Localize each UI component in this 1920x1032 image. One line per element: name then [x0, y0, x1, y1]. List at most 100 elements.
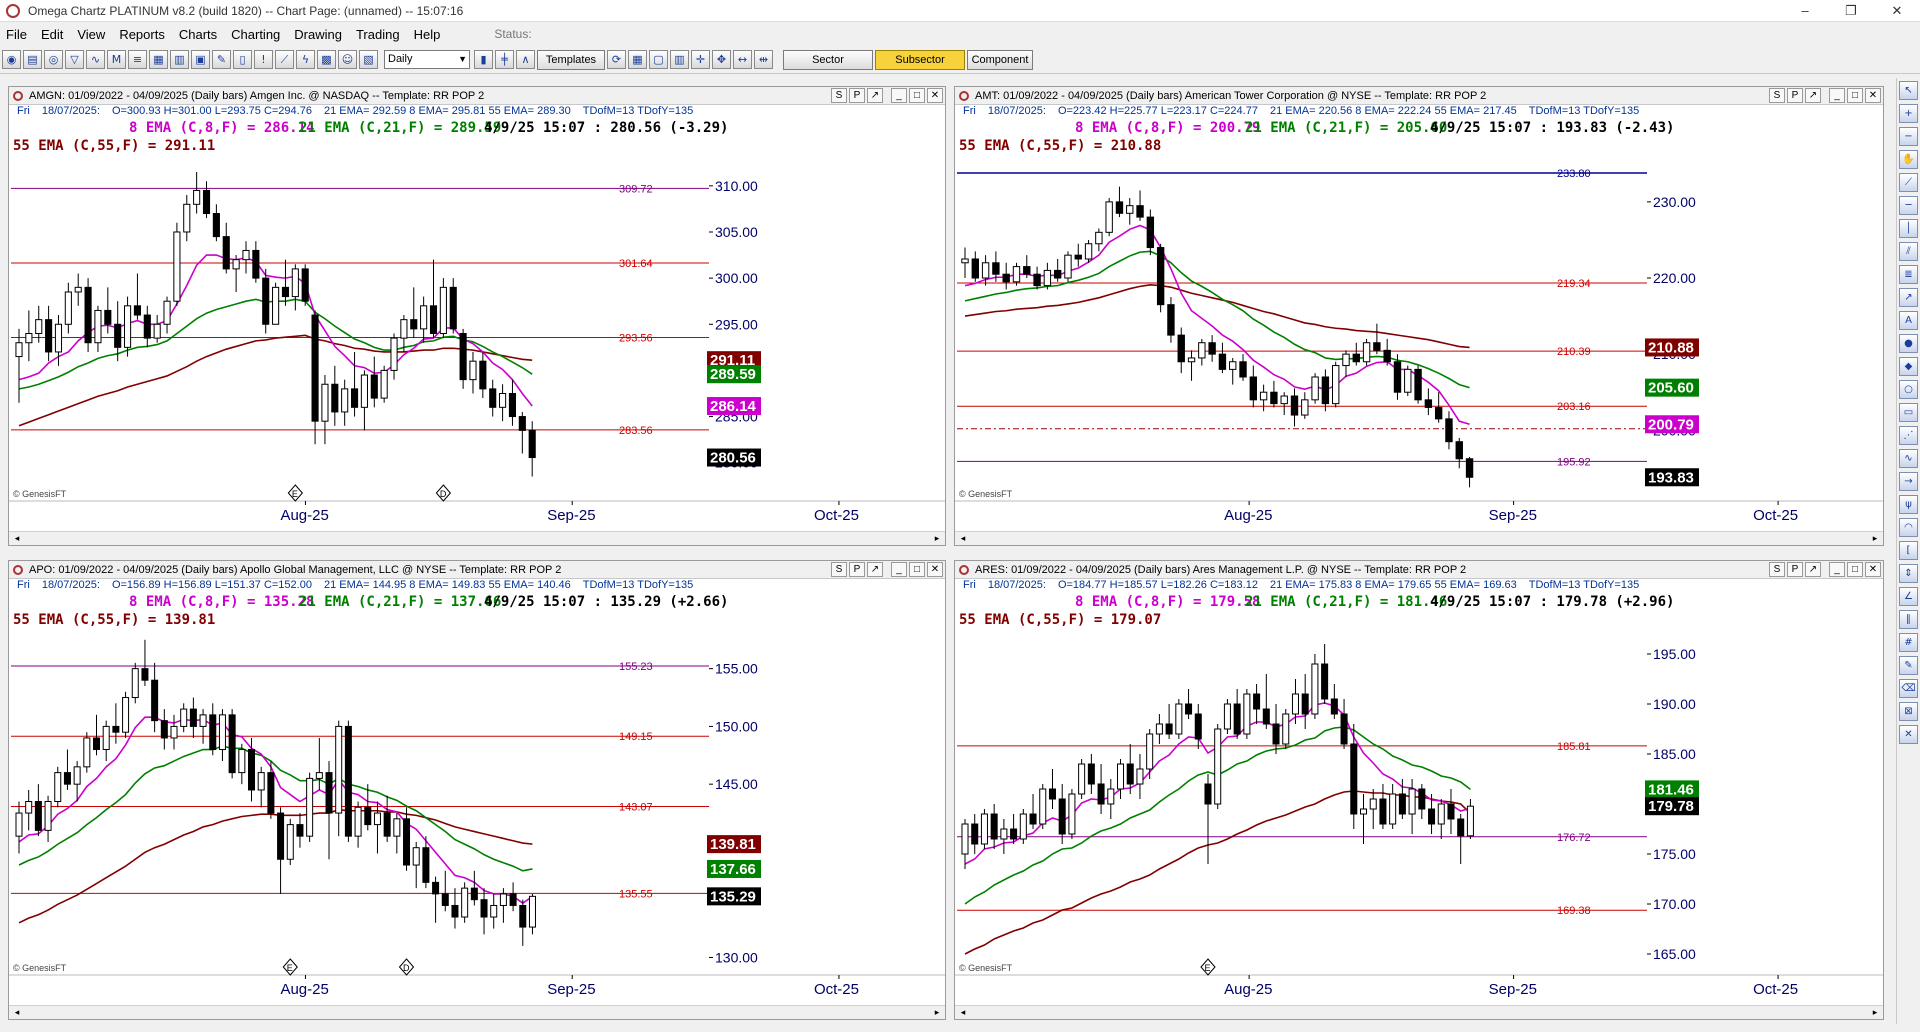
candle[interactable] [1033, 266, 1041, 290]
wave-icon[interactable]: ∿ [1899, 449, 1918, 468]
event-marker[interactable]: E [282, 958, 298, 976]
scroll-left-icon[interactable]: ◂ [957, 533, 969, 544]
candle[interactable] [518, 411, 526, 454]
candle[interactable] [1321, 644, 1329, 704]
candle[interactable] [1457, 814, 1465, 864]
candle[interactable] [1342, 350, 1350, 377]
candle[interactable] [83, 732, 91, 773]
candle[interactable] [1010, 814, 1018, 844]
pencil-icon[interactable]: ✎ [212, 50, 231, 69]
erase-icon[interactable]: ⌫ [1899, 679, 1918, 698]
candle[interactable] [1447, 789, 1455, 834]
candle[interactable] [1126, 198, 1134, 225]
candle[interactable] [1466, 799, 1474, 839]
settings-s-button[interactable]: S [1769, 88, 1785, 103]
candle[interactable] [499, 384, 507, 422]
candle[interactable] [306, 772, 314, 842]
menu-view[interactable]: View [77, 27, 105, 42]
cursor-icon[interactable]: ↖ [1899, 81, 1918, 100]
trendline-icon[interactable]: ⟋ [1899, 173, 1918, 192]
candle[interactable] [1156, 243, 1165, 313]
parallel-icon[interactable]: ∥ [1899, 610, 1918, 629]
compress-icon[interactable]: ⇹ [754, 50, 773, 69]
close-panel-button[interactable]: ✕ [1865, 88, 1881, 103]
candle[interactable] [1418, 784, 1426, 819]
candle[interactable] [25, 789, 33, 831]
candle[interactable] [1208, 335, 1216, 362]
candle[interactable] [1214, 724, 1222, 809]
horizontal-scrollbar[interactable]: ◂ ▸ [9, 1005, 945, 1019]
layout-icon[interactable]: ▦ [628, 50, 647, 69]
candle[interactable] [331, 365, 339, 426]
candle[interactable] [420, 296, 428, 343]
report-icon[interactable]: ▧ [359, 50, 378, 69]
gann-icon[interactable]: ⋰ [1899, 426, 1918, 445]
scroll-left-icon[interactable]: ◂ [11, 533, 23, 544]
popout-button[interactable]: ↗ [1805, 562, 1821, 577]
candle[interactable] [1097, 764, 1105, 814]
event-marker[interactable]: E [1200, 958, 1216, 976]
popout-button[interactable]: ↗ [867, 562, 883, 577]
horizontal-scrollbar[interactable]: ◂ ▸ [955, 531, 1883, 545]
cycle-icon[interactable]: ◠ [1899, 518, 1918, 537]
templates-button[interactable]: Templates [537, 49, 605, 70]
candle[interactable] [1389, 784, 1397, 829]
settings-s-button[interactable]: S [831, 562, 847, 577]
table-icon[interactable]: ▦ [149, 50, 168, 69]
candle[interactable] [325, 761, 333, 860]
candle[interactable] [1379, 784, 1387, 829]
candle[interactable] [74, 273, 82, 306]
candle[interactable] [1029, 794, 1037, 829]
candle[interactable] [189, 697, 197, 738]
candle[interactable] [1404, 365, 1412, 397]
candle[interactable] [1373, 323, 1381, 355]
event-marker[interactable]: D [435, 484, 452, 502]
candle[interactable] [321, 375, 329, 445]
candle[interactable] [1187, 350, 1196, 381]
candle[interactable] [1078, 759, 1086, 799]
candle[interactable] [341, 379, 349, 426]
circle-icon[interactable]: ○ [1899, 380, 1918, 399]
marker-icon[interactable]: ◆ [1899, 357, 1918, 376]
close-panel-button[interactable]: ✕ [1865, 562, 1881, 577]
candle[interactable] [1321, 369, 1330, 412]
text-icon[interactable]: A [1899, 311, 1918, 330]
print-p-button[interactable]: P [849, 88, 865, 103]
candle[interactable] [311, 310, 319, 445]
menu-file[interactable]: File [6, 27, 27, 42]
candle[interactable] [1136, 754, 1144, 799]
candle[interactable] [1272, 704, 1280, 754]
price-chart[interactable]: 8 EMA (C,8,F) = 179.5821 EMA (C,21,F) = … [955, 594, 1883, 1005]
candle[interactable] [15, 801, 23, 854]
grid-icon[interactable]: # [1899, 633, 1918, 652]
candle[interactable] [1095, 228, 1103, 252]
candle[interactable] [1437, 799, 1445, 839]
event-marker[interactable]: E [287, 484, 304, 502]
candle[interactable] [102, 720, 110, 762]
candle[interactable] [1002, 262, 1010, 290]
pen-icon[interactable]: ✎ [1899, 656, 1918, 675]
candle-icon[interactable]: ╪ [495, 50, 514, 69]
candle[interactable] [1064, 251, 1072, 282]
line-chart-icon[interactable]: ∧ [516, 50, 535, 69]
scan-icon[interactable]: ▩ [317, 50, 336, 69]
window-icon[interactable]: ▢ [649, 50, 668, 69]
candle[interactable] [1229, 357, 1237, 385]
lock-icon[interactable]: ⊠ [1899, 702, 1918, 721]
chart-panel-amt[interactable]: AMT: 01/09/2022 - 04/09/2025 (Daily bars… [954, 86, 1884, 546]
candle[interactable] [1053, 258, 1062, 282]
measure-icon[interactable]: ⇕ [1899, 564, 1918, 583]
candle[interactable] [286, 818, 294, 866]
candle[interactable] [971, 251, 979, 282]
candle[interactable] [1465, 456, 1474, 488]
candle[interactable] [1332, 361, 1340, 408]
candle[interactable] [15, 328, 23, 403]
candle[interactable] [1043, 262, 1052, 290]
price-chart[interactable]: 8 EMA (C,8,F) = 135.2821 EMA (C,21,F) = … [9, 594, 945, 1005]
symbol-icon[interactable]: ▤ [23, 50, 42, 69]
candle[interactable] [202, 181, 211, 219]
menu-charting[interactable]: Charting [231, 27, 280, 42]
candle[interactable] [990, 804, 998, 849]
angle-icon[interactable]: ∠ [1899, 587, 1918, 606]
candle[interactable] [961, 247, 969, 279]
